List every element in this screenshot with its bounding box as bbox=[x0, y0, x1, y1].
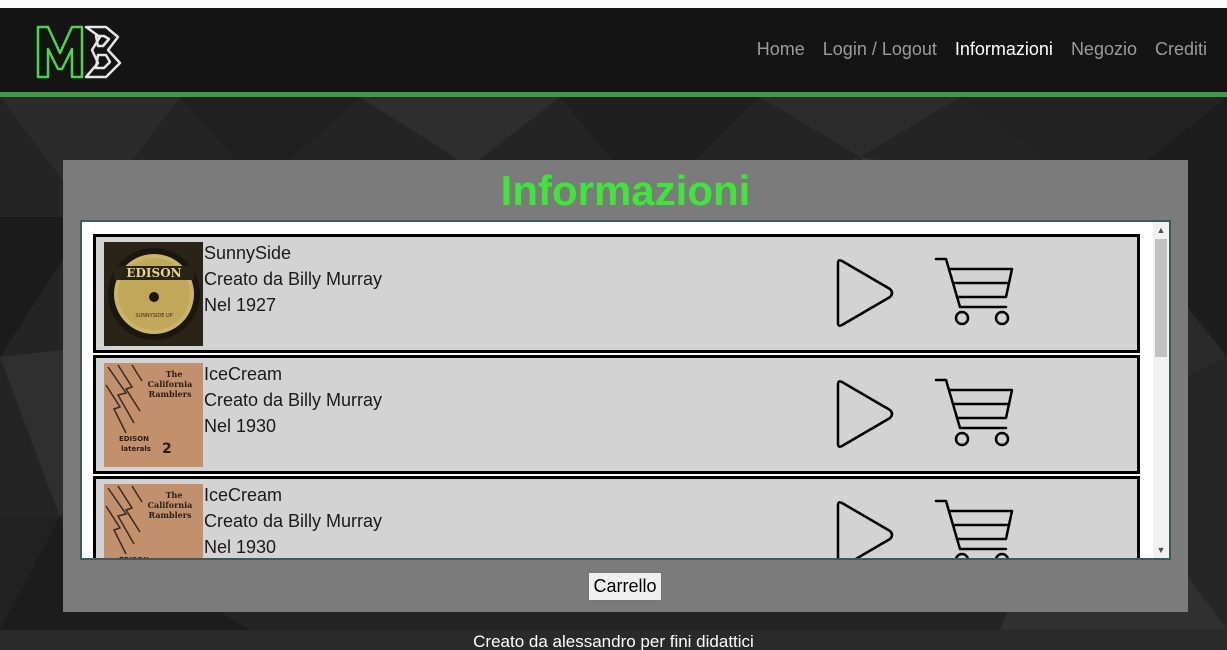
nav-negozio[interactable]: Negozio bbox=[1071, 39, 1137, 60]
song-year: Nel 1927 bbox=[204, 295, 277, 315]
carrello-button[interactable]: Carrello bbox=[588, 572, 662, 601]
svg-text:The: The bbox=[166, 369, 183, 379]
top-strip bbox=[0, 0, 1227, 8]
nav-login-logout[interactable]: Login / Logout bbox=[823, 39, 937, 60]
cart-icon[interactable] bbox=[934, 376, 1016, 450]
song-list[interactable]: EDISON SUNNYSIDE UP SunnySide Creato da … bbox=[80, 220, 1171, 560]
svg-text:laterals: laterals bbox=[121, 445, 151, 453]
song-title: IceCream bbox=[204, 364, 283, 384]
nav-links: Home Login / Logout Informazioni Negozio… bbox=[757, 39, 1207, 60]
page-title: Informazioni bbox=[500, 167, 751, 214]
album-cover-california-ramblers: The California Ramblers EDISON bbox=[104, 484, 203, 558]
song-card: EDISON SUNNYSIDE UP SunnySide Creato da … bbox=[93, 234, 1140, 353]
song-year: Nel 1930 bbox=[204, 416, 277, 436]
nav-crediti[interactable]: Crediti bbox=[1155, 39, 1207, 60]
scrollbar[interactable]: ▲ ▼ bbox=[1153, 222, 1169, 558]
scroll-up-arrow-icon[interactable]: ▲ bbox=[1153, 222, 1169, 238]
song-title: SunnySide bbox=[204, 243, 292, 263]
info-panel: Informazioni EDISON SUNNYSIDE UP SunnySi… bbox=[63, 160, 1188, 612]
song-author: Creato da Billy Murray bbox=[204, 390, 383, 410]
cart-icon[interactable] bbox=[934, 497, 1016, 558]
song-info: IceCream Creato da Billy Murray Nel 1930 bbox=[204, 361, 382, 439]
svg-text:Ramblers: Ramblers bbox=[149, 510, 192, 520]
svg-text:Ramblers: Ramblers bbox=[149, 389, 192, 399]
svg-text:2: 2 bbox=[162, 441, 172, 457]
song-year: Nel 1930 bbox=[204, 537, 277, 557]
scroll-thumb[interactable] bbox=[1155, 239, 1167, 357]
footer: Creato da alessandro per fini didattici bbox=[0, 630, 1227, 650]
song-author: Creato da Billy Murray bbox=[204, 269, 383, 289]
album-cover-california-ramblers: The California Ramblers EDISON laterals … bbox=[104, 363, 203, 467]
navbar: Home Login / Logout Informazioni Negozio… bbox=[0, 8, 1227, 93]
song-info: IceCream Creato da Billy Murray Nel 1930 bbox=[204, 482, 382, 558]
nav-home[interactable]: Home bbox=[757, 39, 805, 60]
song-author: Creato da Billy Murray bbox=[204, 511, 383, 531]
song-card: The California Ramblers EDISON laterals … bbox=[93, 355, 1140, 474]
album-cover-edison: EDISON SUNNYSIDE UP bbox=[104, 242, 203, 346]
nav-informazioni[interactable]: Informazioni bbox=[955, 39, 1053, 60]
svg-text:California: California bbox=[148, 500, 193, 510]
svg-text:EDISON: EDISON bbox=[119, 435, 149, 443]
play-icon[interactable] bbox=[832, 257, 896, 329]
cart-icon[interactable] bbox=[934, 255, 1016, 329]
play-icon[interactable] bbox=[832, 378, 896, 450]
mb-logo[interactable] bbox=[36, 23, 124, 79]
svg-text:The: The bbox=[166, 490, 183, 500]
scroll-down-arrow-icon[interactable]: ▼ bbox=[1153, 542, 1169, 558]
cover-sub: SUNNYSIDE UP bbox=[135, 313, 172, 319]
song-card: The California Ramblers EDISON IceCream … bbox=[93, 476, 1140, 558]
song-info: SunnySide Creato da Billy Murray Nel 192… bbox=[204, 240, 382, 318]
song-list-content: EDISON SUNNYSIDE UP SunnySide Creato da … bbox=[82, 222, 1153, 558]
svg-text:EDISON: EDISON bbox=[119, 556, 149, 558]
play-icon[interactable] bbox=[832, 499, 896, 558]
song-title: IceCream bbox=[204, 485, 283, 505]
svg-text:California: California bbox=[148, 379, 193, 389]
cover-label: EDISON bbox=[126, 266, 181, 280]
